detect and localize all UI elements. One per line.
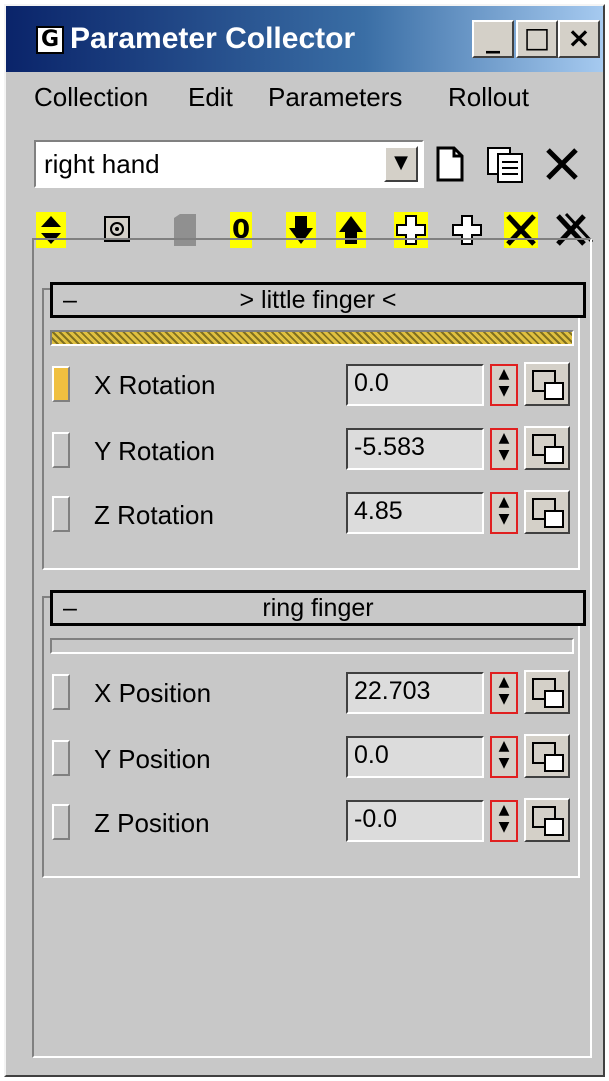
wire-parameter-button[interactable] bbox=[524, 490, 570, 534]
menu-rollout[interactable]: Rollout bbox=[448, 82, 529, 112]
rollout-header-ring-finger[interactable]: – ring finger bbox=[50, 590, 586, 626]
wire-parameter-button[interactable] bbox=[524, 362, 570, 406]
param-label: Y Rotation bbox=[94, 436, 215, 466]
param-select-marker[interactable] bbox=[52, 432, 70, 468]
param-value-field[interactable]: -0.0 bbox=[346, 800, 484, 842]
spinner-arrows-icon[interactable]: ▲ ▼ bbox=[490, 736, 518, 778]
chevron-down-icon[interactable]: ▼ bbox=[384, 146, 418, 182]
title-bar[interactable]: G Parameter Collector _ □ × bbox=[6, 6, 603, 72]
param-label: Z Rotation bbox=[94, 500, 214, 530]
param-value-field[interactable]: 0.0 bbox=[346, 736, 484, 778]
menu-edit[interactable]: Edit bbox=[188, 82, 233, 112]
param-select-marker[interactable] bbox=[52, 496, 70, 532]
rollout-panel: – > little finger < X Rotation 0.0 ▲ ▼ Y … bbox=[32, 238, 592, 1058]
parameter-collector-window: G Parameter Collector _ □ × Collection E… bbox=[4, 4, 605, 1077]
param-value-field[interactable]: 22.703 bbox=[346, 672, 484, 714]
collection-dropdown[interactable]: right hand ▼ bbox=[34, 140, 424, 188]
param-select-marker[interactable] bbox=[52, 674, 70, 710]
param-select-marker[interactable] bbox=[52, 804, 70, 840]
param-value-field[interactable]: 4.85 bbox=[346, 492, 484, 534]
maximize-button[interactable]: □ bbox=[516, 20, 558, 58]
menu-collection[interactable]: Collection bbox=[34, 82, 148, 112]
delete-icon[interactable] bbox=[542, 144, 582, 184]
spinner-arrows-icon[interactable]: ▲ ▼ bbox=[490, 672, 518, 714]
rollout-title: > little finger < bbox=[239, 286, 397, 314]
menu-parameters[interactable]: Parameters bbox=[268, 82, 402, 112]
spinner-arrows-icon[interactable]: ▲ ▼ bbox=[490, 364, 518, 406]
spinner-arrows-icon[interactable]: ▲ ▼ bbox=[490, 428, 518, 470]
app-icon: G bbox=[36, 26, 64, 54]
duplicate-icon[interactable] bbox=[484, 144, 526, 184]
rollout-header-little-finger[interactable]: – > little finger < bbox=[50, 282, 586, 318]
param-label: X Position bbox=[94, 678, 212, 708]
param-label: Z Position bbox=[94, 808, 210, 838]
param-value-field[interactable]: 0.0 bbox=[346, 364, 484, 406]
minimize-button[interactable]: _ bbox=[472, 20, 514, 58]
rollout-little-finger: – > little finger < X Rotation 0.0 ▲ ▼ Y … bbox=[42, 282, 586, 570]
param-select-marker[interactable] bbox=[52, 366, 70, 402]
collection-name: right hand bbox=[44, 149, 160, 179]
wire-parameter-button[interactable] bbox=[524, 426, 570, 470]
rollout-ring-finger: – ring finger X Position 22.703 ▲ ▼ Y Pos… bbox=[42, 590, 586, 878]
new-document-icon[interactable] bbox=[432, 144, 468, 184]
param-label: X Rotation bbox=[94, 370, 216, 400]
spinner-arrows-icon[interactable]: ▲ ▼ bbox=[490, 492, 518, 534]
wire-parameter-button[interactable] bbox=[524, 734, 570, 778]
wire-parameter-button[interactable] bbox=[524, 670, 570, 714]
param-select-marker[interactable] bbox=[52, 740, 70, 776]
spinner-arrows-icon[interactable]: ▲ ▼ bbox=[490, 800, 518, 842]
window-title: Parameter Collector bbox=[70, 22, 356, 55]
wire-parameter-button[interactable] bbox=[524, 798, 570, 842]
rollout-inactive-bar[interactable] bbox=[50, 638, 574, 654]
rollout-active-bar[interactable] bbox=[50, 330, 574, 346]
param-value-field[interactable]: -5.583 bbox=[346, 428, 484, 470]
menu-bar: Collection Edit Parameters Rollout bbox=[6, 72, 603, 118]
close-button[interactable]: × bbox=[558, 20, 600, 58]
rollout-title: ring finger bbox=[262, 594, 374, 622]
param-label: Y Position bbox=[94, 744, 211, 774]
